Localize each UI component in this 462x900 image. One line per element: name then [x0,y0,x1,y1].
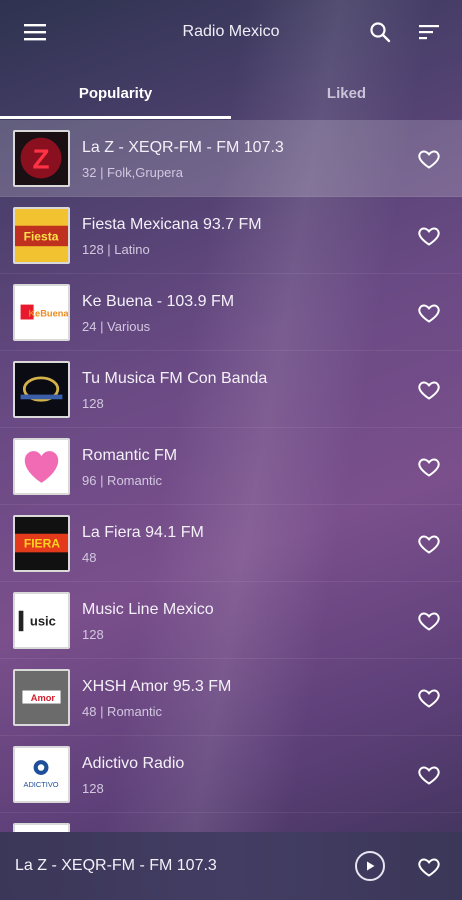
app-bar: Radio Mexico [0,0,462,64]
station-meta: 96 | Romantic [82,473,162,488]
app-title: Radio Mexico [182,23,280,40]
tab-bar: Popularity Liked [0,70,462,120]
tab-popularity[interactable]: Popularity [0,70,231,116]
station-row[interactable]: ADICTIVO Adictivo Radio 128 [0,736,462,813]
station-logo: KeBuena [13,284,70,341]
station-name: Fiesta Mexicana 93.7 FM [82,216,262,233]
station-row-partial[interactable] [0,813,462,832]
search-icon[interactable] [364,16,396,48]
station-logo [13,361,70,418]
now-playing-title: La Z - XEQR-FM - FM 107.3 [15,857,217,874]
logo-text: ADICTIVO [24,780,59,789]
station-name: Adictivo Radio [82,755,185,772]
station-row[interactable]: usic Music Line Mexico 128 [0,582,462,659]
station-meta: 48 [82,550,97,565]
station-row[interactable]: FIERA La Fiera 94.1 FM 48 [0,505,462,582]
heart-outline-icon[interactable] [417,686,441,710]
logo-text: Fiesta [24,230,59,244]
now-playing-bar[interactable]: La Z - XEQR-FM - FM 107.3 [0,832,462,900]
tab-liked[interactable]: Liked [231,70,462,116]
station-logo: Z [13,130,70,187]
station-name: La Z - XEQR-FM - FM 107.3 [82,139,284,156]
station-row[interactable]: Tu Musica FM Con Banda 128 [0,351,462,428]
heart-outline-icon[interactable] [417,378,441,402]
station-logo: Amor [13,669,70,726]
station-name: Music Line Mexico [82,601,214,618]
station-meta: 32 | Folk,Grupera [82,165,183,180]
heart-outline-icon[interactable] [417,301,441,325]
logo-text: KeBuena [28,309,68,319]
station-list[interactable]: Z La Z - XEQR-FM - FM 107.3 32 | Folk,Gr… [0,120,462,832]
station-meta: 128 [82,781,104,796]
heart-outline-icon[interactable] [417,763,441,787]
station-logo: usic [13,592,70,649]
station-name: XHSH Amor 95.3 FM [82,678,232,695]
station-name: Tu Musica FM Con Banda [82,370,268,387]
station-meta: 128 [82,396,104,411]
heart-outline-icon[interactable] [417,147,441,171]
station-logo: FIERA [13,515,70,572]
station-name: La Fiera 94.1 FM [82,524,204,541]
heart-outline-icon[interactable] [417,224,441,248]
station-logo [13,438,70,495]
station-meta: 128 [82,627,104,642]
station-name: Romantic FM [82,447,178,464]
station-row[interactable]: Fiesta Fiesta Mexicana 93.7 FM 128 | Lat… [0,197,462,274]
logo-text: usic [30,614,56,629]
logo-text: Amor [31,693,56,703]
station-meta: 24 | Various [82,319,151,334]
heart-outline-icon[interactable] [417,455,441,479]
station-row[interactable]: Z La Z - XEQR-FM - FM 107.3 32 | Folk,Gr… [0,120,462,197]
logo-text: FIERA [24,537,61,551]
station-meta: 128 | Latino [82,242,150,257]
station-logo [13,823,70,832]
station-name: Ke Buena - 103.9 FM [82,293,235,310]
active-tab-indicator [0,116,231,119]
station-row[interactable]: Amor XHSH Amor 95.3 FM 48 | Romantic [0,659,462,736]
station-row[interactable]: KeBuena Ke Buena - 103.9 FM 24 | Various [0,274,462,351]
play-icon[interactable] [355,851,385,881]
heart-outline-icon[interactable] [417,855,441,879]
station-row[interactable]: Romantic FM 96 | Romantic [0,428,462,505]
hamburger-menu-icon[interactable] [19,16,51,48]
station-logo: ADICTIVO [13,746,70,803]
heart-outline-icon[interactable] [417,609,441,633]
station-meta: 48 | Romantic [82,704,162,719]
heart-outline-icon[interactable] [417,532,441,556]
sort-icon[interactable] [413,16,445,48]
logo-text: Z [33,143,50,174]
station-logo: Fiesta [13,207,70,264]
